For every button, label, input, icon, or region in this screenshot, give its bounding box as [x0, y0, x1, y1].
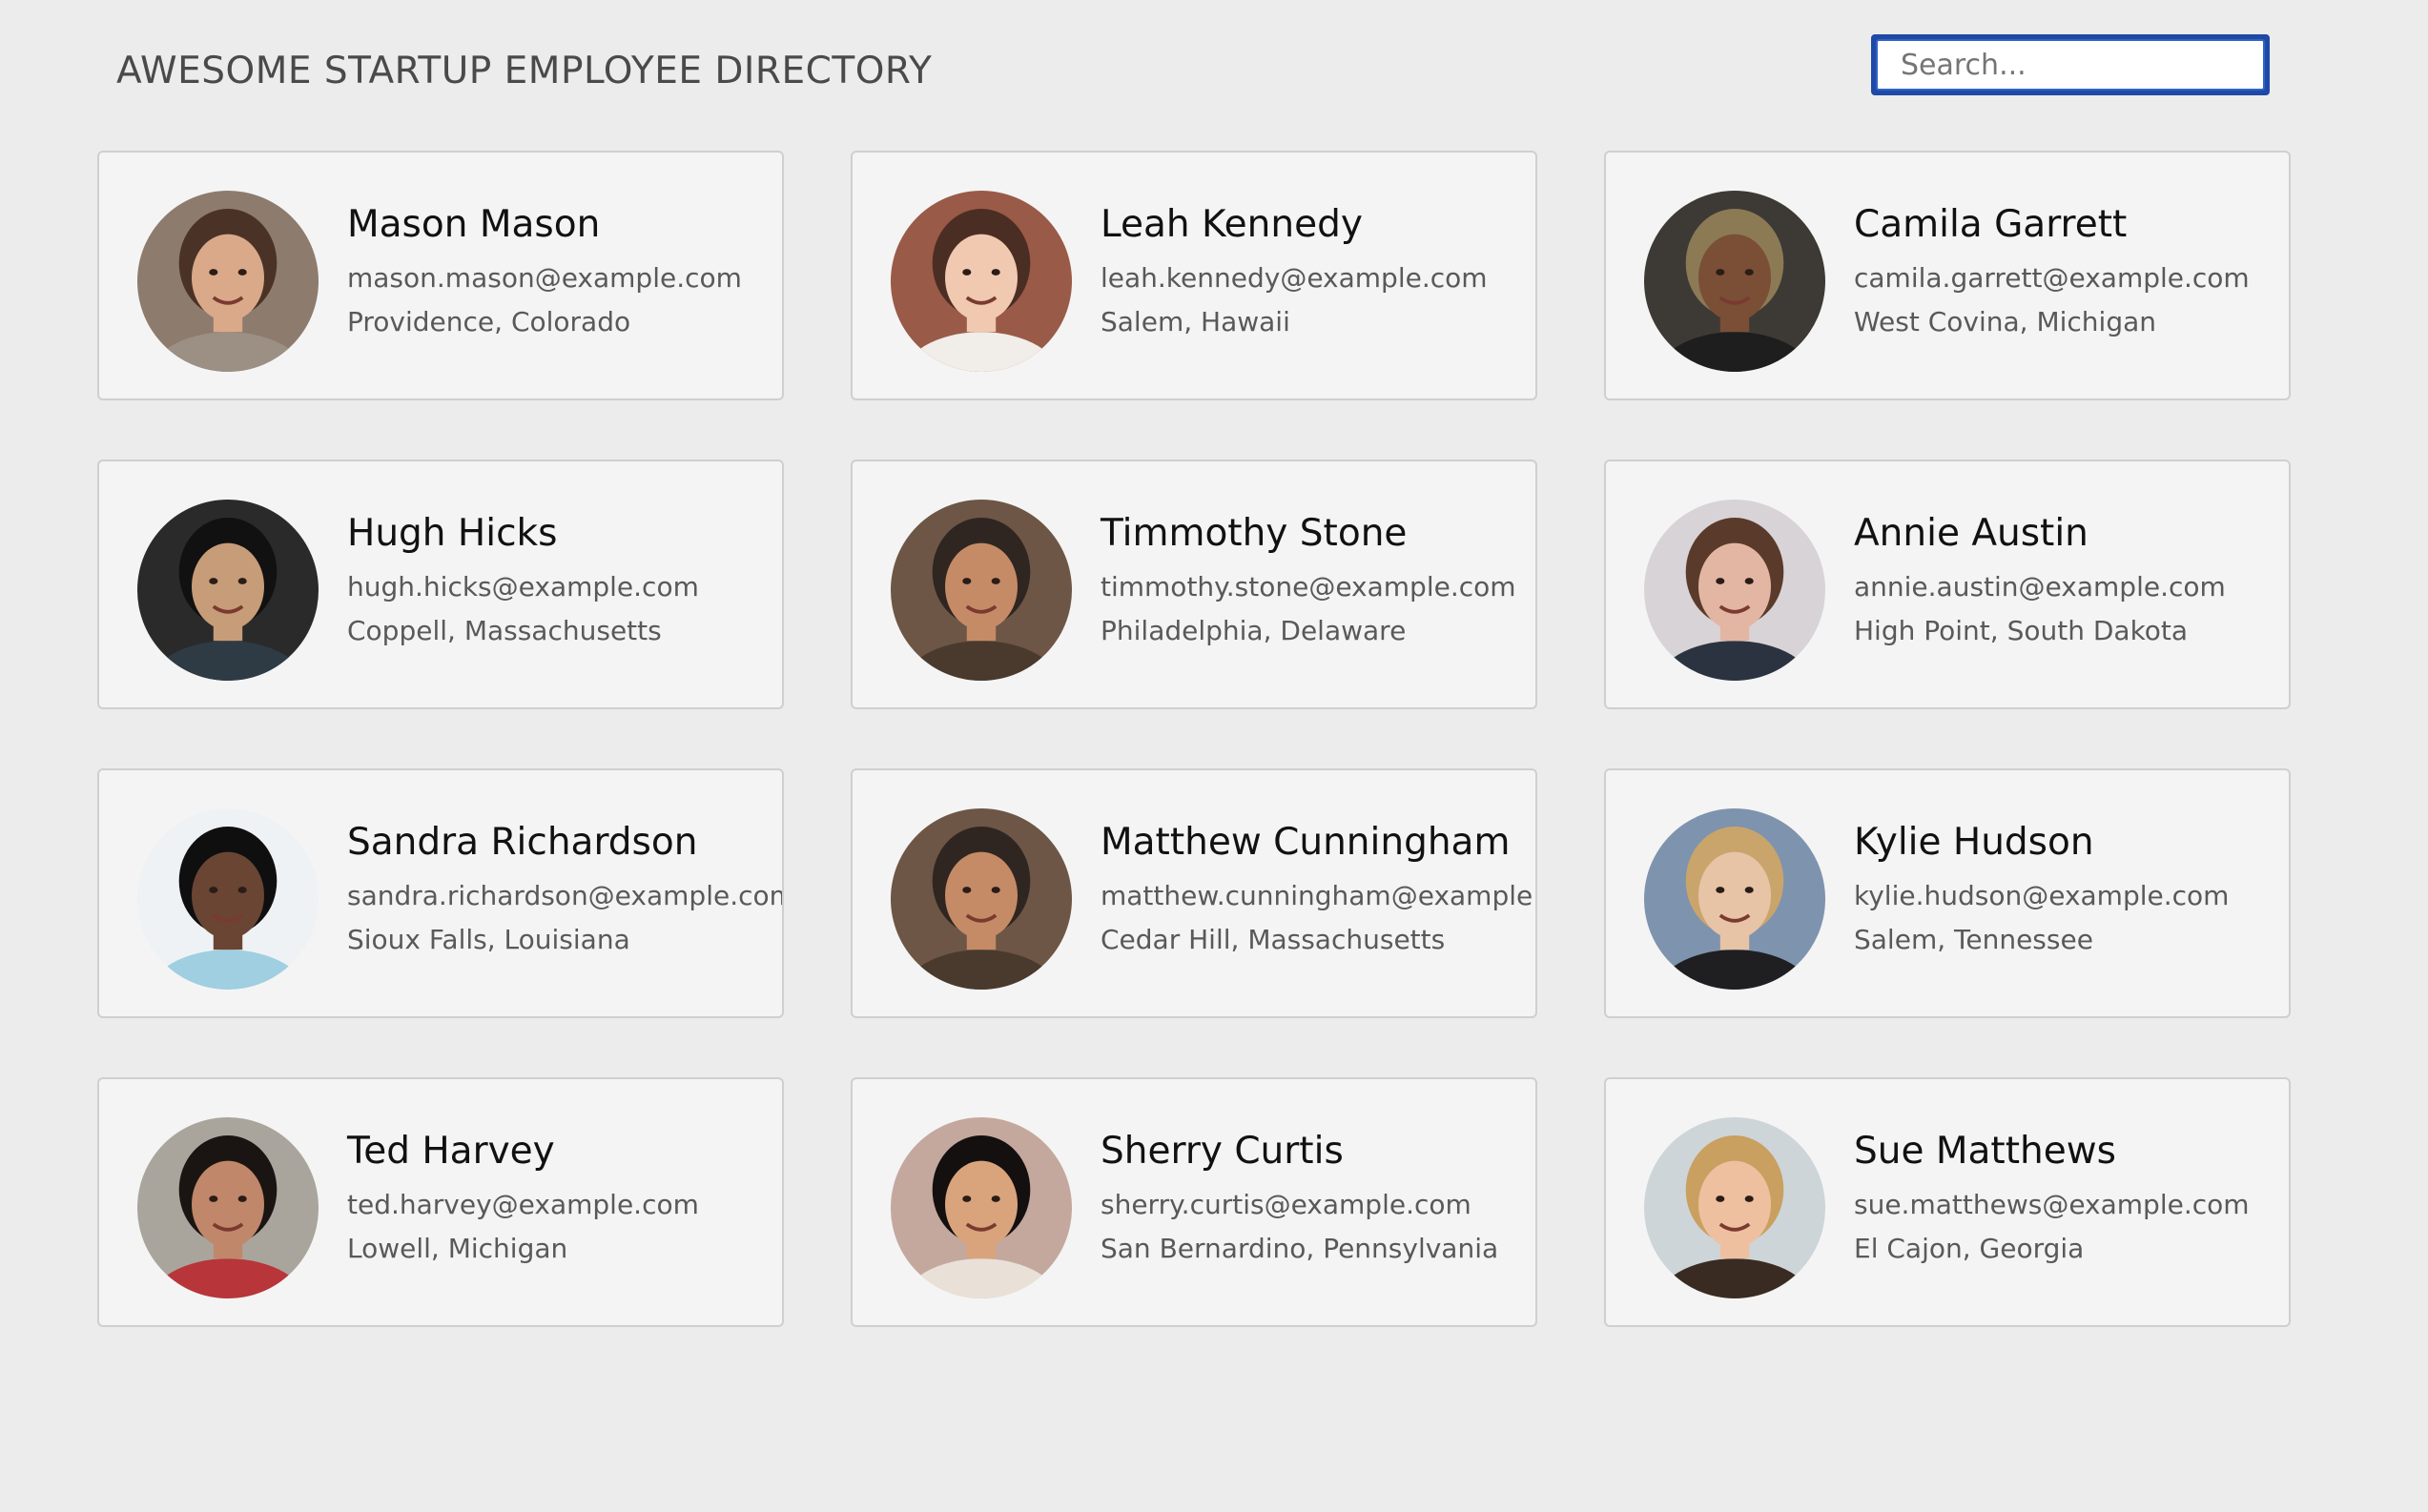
employee-location: Providence, Colorado: [347, 306, 631, 337]
employee-location: Lowell, Michigan: [347, 1233, 568, 1264]
employee-avatar: [1644, 191, 1825, 372]
employee-info: Hugh Hicks hugh.hicks@example.com Coppel…: [347, 512, 782, 646]
employee-name: Sherry Curtis: [1101, 1130, 1344, 1173]
employee-location: Salem, Tennessee: [1854, 924, 2093, 955]
employee-email: annie.austin@example.com: [1854, 571, 2226, 603]
employee-card[interactable]: Hugh Hicks hugh.hicks@example.com Coppel…: [97, 460, 784, 709]
employee-card[interactable]: Sue Matthews sue.matthews@example.com El…: [1604, 1077, 2291, 1327]
employee-email: sherry.curtis@example.com: [1101, 1189, 1471, 1220]
employee-info: Ted Harvey ted.harvey@example.com Lowell…: [347, 1130, 782, 1264]
employee-email: timmothy.stone@example.com: [1101, 571, 1516, 603]
employee-location: San Bernardino, Pennsylvania: [1101, 1233, 1499, 1264]
employee-location: Coppell, Massachusetts: [347, 615, 662, 646]
employee-name: Mason Mason: [347, 203, 601, 246]
employee-email: sue.matthews@example.com: [1854, 1189, 2250, 1220]
employee-info: Kylie Hudson kylie.hudson@example.com Sa…: [1854, 821, 2289, 955]
employee-info: Sandra Richardson sandra.richardson@exam…: [347, 821, 784, 955]
employee-name: Leah Kennedy: [1101, 203, 1363, 246]
employee-location: El Cajon, Georgia: [1854, 1233, 2085, 1264]
employee-info: Sue Matthews sue.matthews@example.com El…: [1854, 1130, 2289, 1264]
employee-avatar: [137, 191, 319, 372]
employee-info: Annie Austin annie.austin@example.com Hi…: [1854, 512, 2289, 646]
employee-card[interactable]: Matthew Cunningham matthew.cunningham@ex…: [851, 768, 1537, 1018]
employee-name: Annie Austin: [1854, 512, 2088, 555]
employee-email: matthew.cunningham@example.com: [1101, 880, 1535, 911]
employee-card[interactable]: Sandra Richardson sandra.richardson@exam…: [97, 768, 784, 1018]
employee-name: Matthew Cunningham: [1101, 821, 1511, 864]
employee-name: Hugh Hicks: [347, 512, 558, 555]
employee-avatar: [1644, 808, 1825, 990]
employee-location: Salem, Hawaii: [1101, 306, 1290, 337]
employee-gallery: Mason Mason mason.mason@example.com Prov…: [97, 151, 2291, 1327]
employee-card[interactable]: Leah Kennedy leah.kennedy@example.com Sa…: [851, 151, 1537, 400]
employee-info: Leah Kennedy leah.kennedy@example.com Sa…: [1101, 203, 1535, 337]
employee-email: ted.harvey@example.com: [347, 1189, 699, 1220]
employee-name: Timmothy Stone: [1101, 512, 1408, 555]
employee-avatar: [891, 500, 1072, 681]
employee-avatar: [891, 191, 1072, 372]
employee-location: Philadelphia, Delaware: [1101, 615, 1407, 646]
employee-card[interactable]: Mason Mason mason.mason@example.com Prov…: [97, 151, 784, 400]
employee-avatar: [1644, 500, 1825, 681]
employee-card[interactable]: Timmothy Stone timmothy.stone@example.co…: [851, 460, 1537, 709]
employee-location: West Covina, Michigan: [1854, 306, 2157, 337]
employee-avatar: [891, 1117, 1072, 1298]
employee-name: Ted Harvey: [347, 1130, 555, 1173]
employee-location: Sioux Falls, Louisiana: [347, 924, 630, 955]
employee-avatar: [137, 1117, 319, 1298]
employee-name: Kylie Hudson: [1854, 821, 2094, 864]
employee-name: Camila Garrett: [1854, 203, 2128, 246]
employee-card[interactable]: Kylie Hudson kylie.hudson@example.com Sa…: [1604, 768, 2291, 1018]
employee-email: sandra.richardson@example.com: [347, 880, 784, 911]
employee-info: Sherry Curtis sherry.curtis@example.com …: [1101, 1130, 1535, 1264]
employee-info: Mason Mason mason.mason@example.com Prov…: [347, 203, 782, 337]
employee-email: camila.garrett@example.com: [1854, 262, 2250, 294]
employee-email: leah.kennedy@example.com: [1101, 262, 1488, 294]
employee-email: mason.mason@example.com: [347, 262, 742, 294]
employee-email: hugh.hicks@example.com: [347, 571, 699, 603]
search-input[interactable]: [1876, 39, 2265, 91]
employee-location: High Point, South Dakota: [1854, 615, 2189, 646]
employee-card[interactable]: Annie Austin annie.austin@example.com Hi…: [1604, 460, 2291, 709]
employee-card[interactable]: Ted Harvey ted.harvey@example.com Lowell…: [97, 1077, 784, 1327]
search-container: [1871, 34, 2270, 95]
employee-avatar: [891, 808, 1072, 990]
employee-avatar: [137, 808, 319, 990]
page-header: AWESOME STARTUP EMPLOYEE DIRECTORY: [0, 0, 2428, 143]
page-title: AWESOME STARTUP EMPLOYEE DIRECTORY: [116, 50, 933, 92]
employee-name: Sue Matthews: [1854, 1130, 2116, 1173]
employee-name: Sandra Richardson: [347, 821, 698, 864]
employee-avatar: [137, 500, 319, 681]
employee-info: Timmothy Stone timmothy.stone@example.co…: [1101, 512, 1535, 646]
employee-info: Matthew Cunningham matthew.cunningham@ex…: [1101, 821, 1535, 955]
employee-card[interactable]: Sherry Curtis sherry.curtis@example.com …: [851, 1077, 1537, 1327]
employee-email: kylie.hudson@example.com: [1854, 880, 2230, 911]
employee-card[interactable]: Camila Garrett camila.garrett@example.co…: [1604, 151, 2291, 400]
employee-avatar: [1644, 1117, 1825, 1298]
employee-info: Camila Garrett camila.garrett@example.co…: [1854, 203, 2289, 337]
employee-location: Cedar Hill, Massachusetts: [1101, 924, 1446, 955]
